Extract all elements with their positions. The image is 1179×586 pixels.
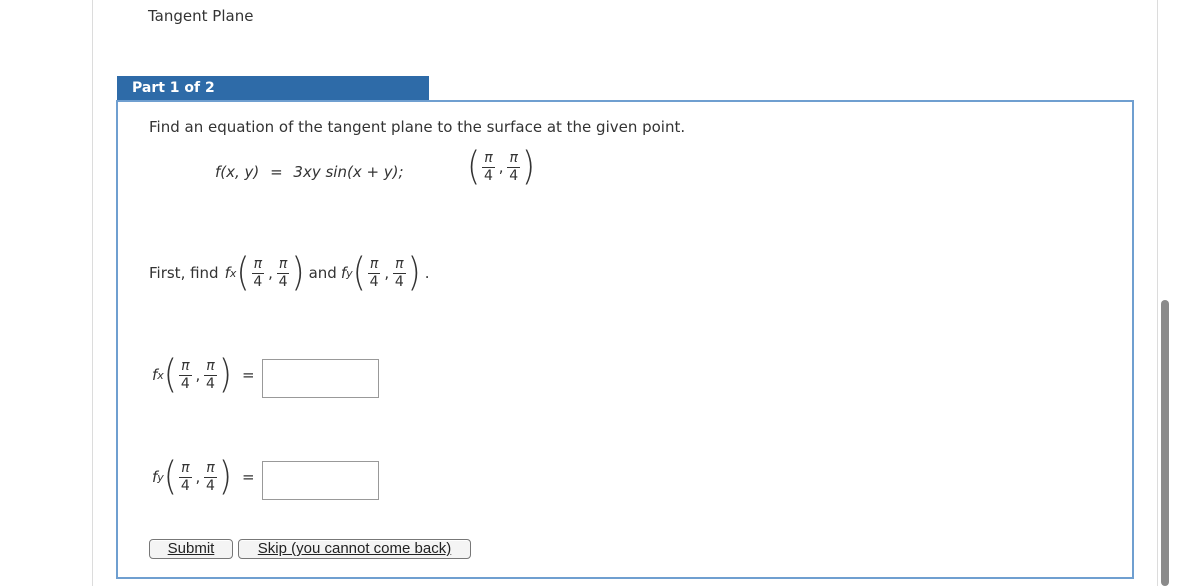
fy-answer-input[interactable] <box>262 461 379 500</box>
skip-button[interactable]: Skip (you cannot come back) <box>238 539 471 559</box>
right-paren: ) <box>521 144 536 190</box>
submit-button[interactable]: Submit <box>149 539 233 559</box>
first-find-line: First, find fx ( π4 , π4 ) and fy ( π4 ,… <box>149 250 430 296</box>
first-find-conj: and <box>308 264 337 282</box>
part-header: Part 1 of 2 <box>117 76 429 100</box>
function-lhs: f(x, y) <box>215 163 260 181</box>
first-find-lead: First, find <box>149 264 219 282</box>
fx-label: fx ( π4 , π4 ) = <box>152 352 255 398</box>
given-point: ( π4 , π4 ) <box>467 144 536 190</box>
function-expression: f(x, y) = 3xy sin(x + y); <box>215 163 404 181</box>
page-border-left <box>92 0 93 586</box>
question-prompt: Find an equation of the tangent plane to… <box>149 118 686 136</box>
function-equals: = <box>270 163 283 181</box>
fy-label: fy ( π4 , π4 ) = <box>152 454 255 500</box>
fx-answer-input[interactable] <box>262 359 379 398</box>
left-paren: ( <box>467 144 481 190</box>
point-x-fraction: π4 <box>482 149 495 184</box>
page-border-right <box>1157 0 1158 586</box>
scrollbar-thumb[interactable] <box>1161 300 1169 586</box>
point-y-fraction: π4 <box>507 149 520 184</box>
section-title: Tangent Plane <box>148 7 254 25</box>
function-rhs: 3xy sin(x + y); <box>293 163 404 181</box>
